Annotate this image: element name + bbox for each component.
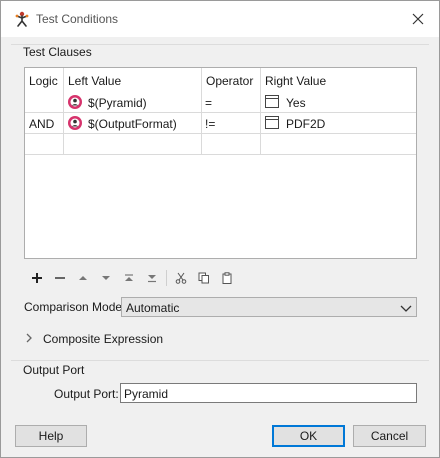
output-port-group-label: Output Port	[23, 363, 85, 377]
composite-expression-label: Composite Expression	[43, 332, 164, 346]
column-header-logic[interactable]: Logic	[29, 74, 58, 88]
row-right-value-cell[interactable]: PDF2D	[286, 117, 325, 131]
row-left-value-cell[interactable]: $(OutputFormat)	[88, 117, 177, 131]
row-left-value-cell[interactable]: $(Pyramid)	[88, 96, 147, 110]
window-title: Test Conditions	[36, 12, 119, 26]
text-value-icon	[265, 116, 279, 129]
row-right-value-cell[interactable]: Yes	[286, 96, 306, 110]
column-header-operator[interactable]: Operator	[206, 74, 253, 88]
output-port-value: Pyramid	[124, 387, 169, 401]
title-bar: Test Conditions	[1, 1, 439, 37]
help-button[interactable]: Help	[15, 425, 87, 447]
row-operator-cell[interactable]: !=	[205, 117, 215, 131]
test-clauses-label: Test Clauses	[23, 45, 92, 59]
ok-button[interactable]: OK	[272, 425, 345, 447]
row-operator-cell[interactable]: =	[205, 96, 212, 110]
column-header-left-value[interactable]: Left Value	[68, 74, 121, 88]
output-port-input[interactable]: Pyramid	[120, 383, 417, 403]
row-logic-cell[interactable]: AND	[29, 117, 54, 131]
fme-workbench-icon	[15, 11, 29, 27]
remove-icon[interactable]	[51, 269, 69, 287]
move-up-icon[interactable]	[74, 269, 92, 287]
move-top-icon[interactable]	[120, 269, 138, 287]
add-icon[interactable]	[28, 269, 46, 287]
parameter-icon	[68, 116, 82, 130]
paste-icon[interactable]	[218, 269, 236, 287]
comparison-mode-select[interactable]: Automatic	[121, 297, 417, 317]
text-value-icon	[265, 95, 279, 108]
copy-icon[interactable]	[195, 269, 213, 287]
toolbar-divider	[166, 270, 167, 286]
cancel-button[interactable]: Cancel	[353, 425, 426, 447]
comparison-mode-label: Comparison Mode:	[24, 300, 126, 314]
clauses-table[interactable]: Logic Left Value Operator Right Value $(…	[24, 67, 417, 259]
move-down-icon[interactable]	[97, 269, 115, 287]
column-header-right-value[interactable]: Right Value	[265, 74, 326, 88]
chevron-down-icon	[400, 305, 412, 312]
move-bottom-icon[interactable]	[143, 269, 161, 287]
table-row-empty[interactable]	[25, 134, 416, 154]
parameter-icon	[68, 95, 82, 109]
test-conditions-dialog: Test Conditions Test Clauses Logic Left …	[0, 0, 440, 458]
output-port-label: Output Port:	[54, 387, 119, 401]
close-icon[interactable]	[407, 8, 429, 30]
chevron-right-icon	[26, 333, 32, 343]
cut-icon[interactable]	[172, 269, 190, 287]
comparison-mode-value: Automatic	[126, 301, 180, 315]
